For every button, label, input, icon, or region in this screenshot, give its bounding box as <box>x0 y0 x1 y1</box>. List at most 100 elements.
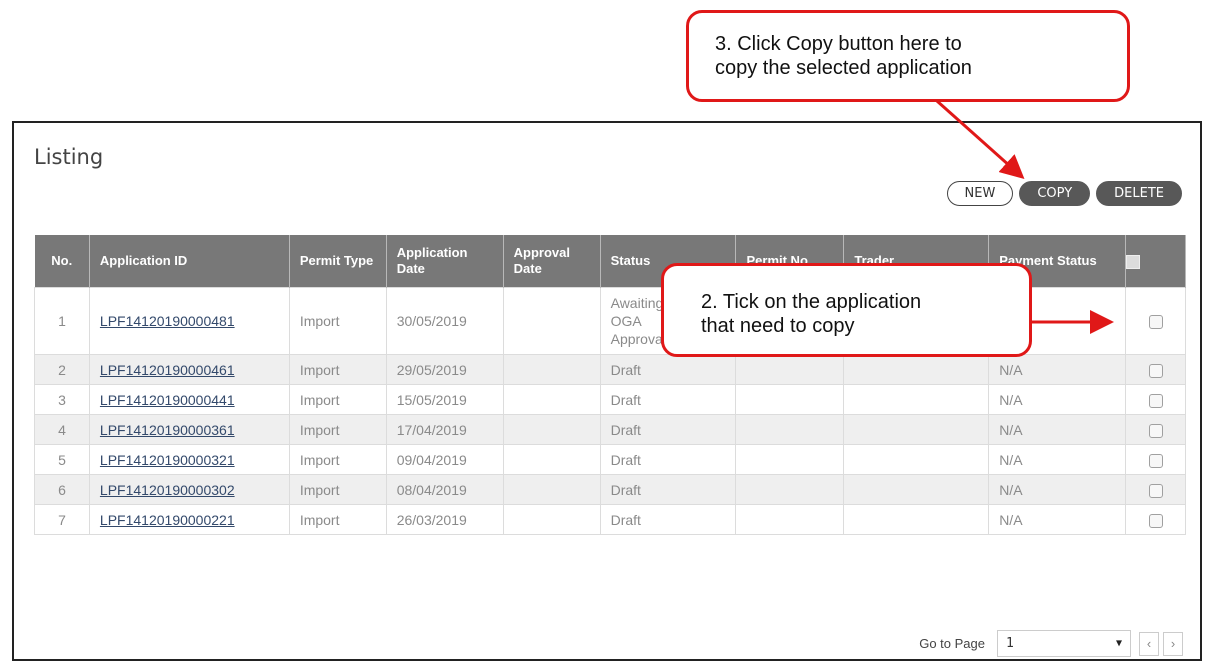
permit-no-cell <box>735 414 845 445</box>
application-date-cell: 30/05/2019 <box>385 287 504 355</box>
row-number: 3 <box>34 384 90 415</box>
row-checkbox[interactable] <box>1148 453 1163 468</box>
application-date-cell: 08/04/2019 <box>385 474 504 505</box>
table-row: 2 LPF14120190000461 Import 29/05/2019 Dr… <box>34 354 1186 385</box>
callout-step-3-line-1: 3. Click Copy button here to <box>715 33 962 55</box>
row-checkbox[interactable] <box>1148 393 1163 408</box>
status-cell: Draft <box>599 384 737 415</box>
application-date-cell: 15/05/2019 <box>385 384 504 415</box>
select-all-checkbox[interactable] <box>1125 235 1186 288</box>
dropdown-arrow-icon: ▼ <box>1115 638 1122 649</box>
row-number: 7 <box>34 504 90 535</box>
application-id-link[interactable]: LPF14120190000321 <box>100 452 235 468</box>
application-id-link[interactable]: LPF14120190000221 <box>100 512 235 528</box>
permit-no-cell <box>735 354 845 385</box>
approval-date-cell <box>502 474 601 505</box>
copy-button[interactable]: COPY <box>1019 181 1091 206</box>
permit-no-cell <box>735 474 845 505</box>
col-header-application-id[interactable]: Application ID <box>89 235 290 288</box>
permit-no-cell <box>735 384 845 415</box>
row-select-cell <box>1125 287 1186 355</box>
payment-status-cell: N/A <box>988 384 1127 415</box>
payment-status-cell: N/A <box>988 444 1127 475</box>
callout-step-3: 3. Click Copy button here to copy the se… <box>686 10 1130 102</box>
trader-cell <box>843 354 990 385</box>
application-id-link[interactable]: LPF14120190000461 <box>100 362 235 378</box>
application-date-cell: 17/04/2019 <box>385 414 504 445</box>
table-row: 3 LPF14120190000441 Import 15/05/2019 Dr… <box>34 384 1186 415</box>
col-header-no: No. <box>34 235 90 288</box>
col-header-application-date[interactable]: Application Date <box>386 235 504 288</box>
application-id-cell: LPF14120190000321 <box>88 444 290 475</box>
payment-status-cell: N/A <box>988 504 1127 535</box>
trader-cell <box>843 414 990 445</box>
permit-no-cell <box>735 504 845 535</box>
payment-status-cell: N/A <box>988 414 1127 445</box>
application-date-cell: 09/04/2019 <box>385 444 504 475</box>
callout-step-2-line-2: that need to copy <box>701 315 855 337</box>
row-select-cell <box>1125 354 1186 385</box>
application-id-cell: LPF14120190000302 <box>88 474 290 505</box>
approval-date-cell <box>502 354 601 385</box>
application-date-cell: 26/03/2019 <box>385 504 504 535</box>
page-select-value: 1 <box>1006 636 1014 651</box>
application-id-link[interactable]: LPF14120190000441 <box>100 392 235 408</box>
application-id-cell: LPF14120190000221 <box>88 504 290 535</box>
table-row: 7 LPF14120190000221 Import 26/03/2019 Dr… <box>34 504 1186 535</box>
callout-step-2: 2. Tick on the application that need to … <box>661 263 1032 357</box>
permit-type-cell: Import <box>288 414 387 445</box>
prev-page-button[interactable]: ‹ <box>1139 631 1159 656</box>
trader-cell <box>843 444 990 475</box>
approval-date-cell <box>502 384 601 415</box>
trader-cell <box>843 504 990 535</box>
application-id-link[interactable]: LPF14120190000361 <box>100 422 235 438</box>
row-select-cell <box>1125 444 1186 475</box>
status-cell: Draft <box>599 354 737 385</box>
callout-step-3-line-2: copy the selected application <box>715 57 972 79</box>
row-checkbox[interactable] <box>1148 423 1163 438</box>
pagination: Go to Page 1 ▼ ‹ › <box>919 630 1183 657</box>
col-header-approval-date[interactable]: Approval Date <box>503 235 601 288</box>
row-number: 1 <box>34 287 90 355</box>
callout-step-2-line-1: 2. Tick on the application <box>701 291 922 313</box>
table-row: 5 LPF14120190000321 Import 09/04/2019 Dr… <box>34 444 1186 475</box>
page-title: Listing <box>34 145 104 169</box>
application-id-cell: LPF14120190000361 <box>88 414 290 445</box>
payment-status-cell: N/A <box>988 474 1127 505</box>
table-row: 4 LPF14120190000361 Import 17/04/2019 Dr… <box>34 414 1186 445</box>
next-page-button[interactable]: › <box>1163 631 1183 656</box>
status-cell: Draft <box>599 414 737 445</box>
delete-button[interactable]: DELETE <box>1096 181 1182 206</box>
row-select-cell <box>1125 414 1186 445</box>
permit-type-cell: Import <box>288 287 387 355</box>
approval-date-cell <box>502 287 601 355</box>
permit-type-cell: Import <box>288 474 387 505</box>
row-checkbox[interactable] <box>1148 513 1163 528</box>
row-number: 4 <box>34 414 90 445</box>
application-id-cell: LPF14120190000441 <box>88 384 290 415</box>
application-id-link[interactable]: LPF14120190000302 <box>100 482 235 498</box>
row-number: 2 <box>34 354 90 385</box>
permit-type-cell: Import <box>288 444 387 475</box>
row-checkbox[interactable] <box>1148 315 1163 330</box>
permit-type-cell: Import <box>288 354 387 385</box>
application-id-cell: LPF14120190000481 <box>88 287 290 355</box>
new-button[interactable]: NEW <box>946 181 1014 206</box>
application-id-link[interactable]: LPF14120190000481 <box>100 313 235 329</box>
row-number: 5 <box>34 444 90 475</box>
row-number: 6 <box>34 474 90 505</box>
trader-cell <box>843 384 990 415</box>
go-to-page-label: Go to Page <box>919 636 985 651</box>
application-id-cell: LPF14120190000461 <box>88 354 290 385</box>
approval-date-cell <box>502 414 601 445</box>
permit-type-cell: Import <box>288 504 387 535</box>
approval-date-cell <box>502 504 601 535</box>
col-header-permit-type[interactable]: Permit Type <box>289 235 387 288</box>
row-checkbox[interactable] <box>1148 363 1163 378</box>
page-select[interactable]: 1 ▼ <box>997 630 1131 657</box>
row-select-cell <box>1125 474 1186 505</box>
select-all-box[interactable] <box>1126 254 1141 269</box>
row-checkbox[interactable] <box>1148 483 1163 498</box>
table-row: 6 LPF14120190000302 Import 08/04/2019 Dr… <box>34 474 1186 505</box>
approval-date-cell <box>502 444 601 475</box>
